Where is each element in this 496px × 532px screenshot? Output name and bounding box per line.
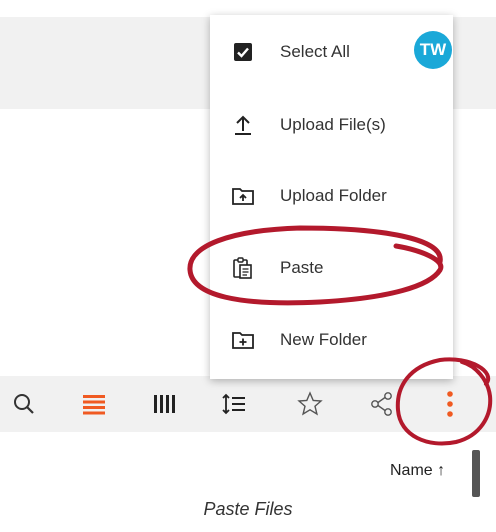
share-icon (369, 391, 395, 417)
clipboard-paste-icon (230, 255, 256, 281)
column-view-icon (151, 393, 177, 415)
checkbox-checked-icon (230, 39, 256, 65)
favorite-button[interactable] (296, 388, 324, 420)
menu-item-label: Upload Folder (280, 186, 387, 205)
more-vertical-icon (445, 390, 455, 418)
folder-add-icon (230, 327, 256, 353)
list-view-button[interactable] (80, 388, 108, 420)
search-icon (12, 392, 36, 416)
screenshot: TW Select All Upload File(s) Upload Fold… (0, 0, 496, 497)
menu-item-label: New Folder (280, 330, 367, 349)
menu-item-new-folder[interactable]: New Folder (210, 311, 453, 369)
avatar-initials: TW (419, 40, 447, 59)
menu-item-label: Paste (280, 258, 324, 277)
menu-item-paste[interactable]: Paste (210, 239, 453, 297)
more-options-button[interactable] (436, 388, 464, 420)
user-avatar[interactable]: TW (414, 31, 452, 69)
sort-button[interactable] (220, 388, 248, 420)
star-icon (297, 391, 323, 417)
figure-caption: Paste Files (203, 499, 293, 519)
sort-icon (221, 392, 247, 416)
menu-item-label: Upload File(s) (280, 115, 386, 134)
file-toolbar (0, 376, 496, 432)
scrollbar[interactable] (472, 450, 480, 497)
context-menu: Select All Upload File(s) Upload Folder … (210, 15, 453, 379)
folder-upload-icon (230, 183, 256, 209)
menu-item-upload-folder[interactable]: Upload Folder (210, 167, 453, 225)
search-button[interactable] (10, 388, 38, 420)
share-button[interactable] (368, 388, 396, 420)
name-column-header[interactable]: Name ↑ (390, 462, 445, 480)
list-view-icon (81, 393, 107, 415)
upload-icon (230, 112, 256, 138)
menu-item-label: Select All (280, 42, 350, 61)
menu-item-upload-files[interactable]: Upload File(s) (210, 96, 453, 154)
column-view-button[interactable] (150, 388, 178, 420)
